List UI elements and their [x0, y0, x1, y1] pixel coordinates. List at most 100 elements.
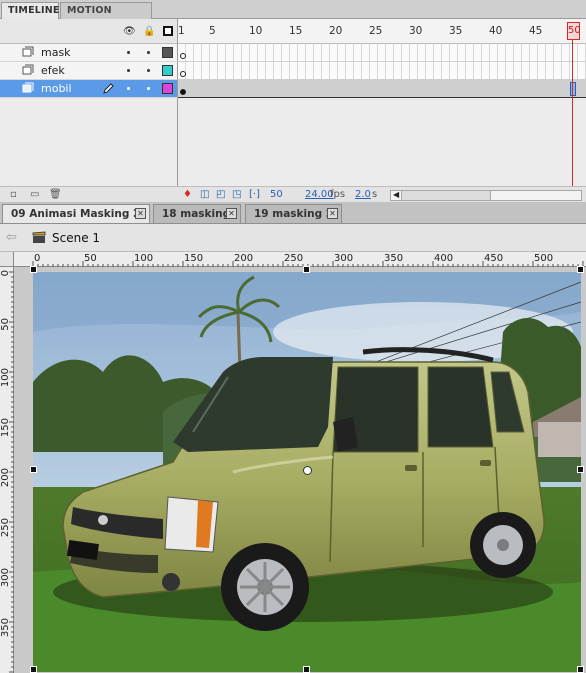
eye-icon[interactable]: 👁 [123, 26, 136, 37]
frame-number: 35 [449, 25, 463, 37]
ruler-label: 50 [84, 253, 97, 264]
layer-frames-efek[interactable] [178, 62, 586, 80]
layer-row-mask[interactable]: mask [0, 44, 178, 62]
ruler-label: 250 [0, 518, 11, 538]
current-frame-marker[interactable]: 50 [567, 22, 581, 40]
empty-keyframe[interactable] [180, 71, 186, 77]
layer-name: efek [41, 64, 65, 77]
timeline-scrollbar[interactable]: ◀ [390, 190, 582, 201]
ruler-label: 300 [0, 568, 11, 588]
scroll-thumb[interactable] [401, 191, 491, 200]
flash-editor-window: TIMELINE MOTION EDITOR 👁 🔒 1 5 10 15 20 … [0, 0, 586, 673]
layer-color-swatch[interactable] [162, 65, 173, 76]
registration-point[interactable] [303, 466, 312, 475]
layer-name: mask [41, 46, 71, 59]
ruler-label: 150 [0, 418, 11, 438]
pencil-icon[interactable] [102, 82, 115, 95]
edit-bar: ⇦ Scene 1 [0, 224, 586, 252]
new-layer-icon[interactable]: ▫ [10, 189, 17, 200]
lock-icon[interactable]: 🔒 [143, 26, 155, 37]
layer-row-mobil[interactable]: mobil [0, 80, 178, 98]
onion-outline-icon[interactable]: ◰ [216, 189, 225, 200]
panel-tab-bar: TIMELINE MOTION EDITOR [0, 0, 586, 32]
transform-handle[interactable] [30, 266, 37, 273]
ruler-label: 500 [534, 253, 554, 264]
fps-unit: fps [330, 189, 346, 200]
lock-dot[interactable] [147, 87, 150, 90]
back-arrow-icon[interactable]: ⇦ [6, 230, 17, 245]
ruler-label: 350 [384, 253, 404, 264]
trash-icon[interactable]: 🗑 [49, 189, 62, 200]
scroll-left-icon[interactable]: ◀ [393, 190, 399, 199]
layers-header: 👁 🔒 [0, 19, 178, 44]
empty-keyframe[interactable] [180, 53, 186, 59]
ruler-label: 150 [184, 253, 204, 264]
transform-handle[interactable] [30, 666, 37, 673]
frame-number: 15 [289, 25, 303, 37]
frame-number: 10 [249, 25, 263, 37]
layer-color-swatch[interactable] [162, 83, 173, 94]
new-folder-icon[interactable]: ▭ [30, 189, 39, 200]
transform-handle[interactable] [30, 466, 37, 473]
transform-handle[interactable] [303, 666, 310, 673]
layer-name: mobil [41, 82, 72, 95]
layer-icon [22, 64, 34, 75]
doc-tab-label: 18 masking [162, 208, 231, 220]
lock-dot[interactable] [147, 51, 150, 54]
frame-number: 1 [178, 25, 185, 37]
transform-handle[interactable] [577, 466, 584, 473]
end-keyframe[interactable] [570, 82, 576, 96]
ruler-label: 100 [0, 368, 11, 388]
close-icon[interactable]: ✕ [226, 208, 237, 219]
onion-markers-icon[interactable]: [·] [249, 189, 260, 200]
keyframe[interactable] [180, 89, 186, 95]
layers-empty-area [0, 98, 178, 186]
layer-frames-mask[interactable] [178, 44, 586, 62]
frame-ruler[interactable]: 1 5 10 15 20 25 30 35 40 45 [178, 19, 586, 44]
transform-handle[interactable] [303, 266, 310, 273]
layer-color-swatch[interactable] [162, 47, 173, 58]
frame-number: 45 [529, 25, 543, 37]
frame-number: 30 [409, 25, 423, 37]
ruler-label: 400 [434, 253, 454, 264]
clapperboard-icon [32, 231, 46, 243]
doc-tab-09-animasi-masking-2[interactable]: 09 Animasi Masking 2* ✕ [2, 204, 150, 223]
tab-motion-editor[interactable]: MOTION EDITOR [60, 2, 152, 32]
transform-handle[interactable] [577, 666, 584, 673]
scene-label[interactable]: Scene 1 [52, 231, 100, 245]
layer-frames-mobil[interactable] [178, 80, 586, 98]
doc-tab-19-masking-2[interactable]: 19 masking 2 ✕ [245, 204, 342, 223]
stage[interactable] [14, 267, 586, 673]
ruler-corner [0, 252, 14, 267]
frame-number: 20 [329, 25, 343, 37]
ruler-label: 0 [34, 253, 41, 264]
layer-icon [22, 46, 34, 57]
ruler-label: 50 [0, 318, 11, 331]
doc-tab-18-masking[interactable]: 18 masking ✕ [153, 204, 241, 223]
lock-dot[interactable] [147, 69, 150, 72]
layer-row-efek[interactable]: efek [0, 62, 178, 80]
doc-tab-label: 19 masking 2 [254, 208, 334, 220]
edit-multiple-icon[interactable]: ◳ [232, 189, 241, 200]
center-frame-icon[interactable]: ♦ [183, 189, 192, 200]
transform-handle[interactable] [577, 266, 584, 273]
frame-number: 5 [209, 25, 216, 37]
tab-timeline[interactable]: TIMELINE [1, 2, 59, 19]
ruler-label: 350 [0, 618, 11, 638]
layer-icon [22, 82, 34, 93]
visibility-dot[interactable] [127, 87, 130, 90]
close-icon[interactable]: ✕ [327, 208, 338, 219]
frame-number: 40 [489, 25, 503, 37]
outline-icon[interactable] [163, 26, 173, 36]
ruler-label: 300 [334, 253, 354, 264]
visibility-dot[interactable] [127, 51, 130, 54]
playhead[interactable] [572, 22, 573, 202]
close-icon[interactable]: ✕ [135, 208, 146, 219]
time-value[interactable]: 2.0 [355, 189, 371, 200]
onion-skin-icon[interactable]: ◫ [200, 189, 209, 200]
timeline-status-bar: ▫ ▭ 🗑 ♦ ◫ ◰ ◳ [·] 50 24.00 fps 2.0 s ◀ [0, 186, 586, 202]
visibility-dot[interactable] [127, 69, 130, 72]
frame-number: 25 [369, 25, 383, 37]
ruler-label: 200 [0, 468, 11, 488]
frame-readout: 50 [270, 189, 283, 200]
